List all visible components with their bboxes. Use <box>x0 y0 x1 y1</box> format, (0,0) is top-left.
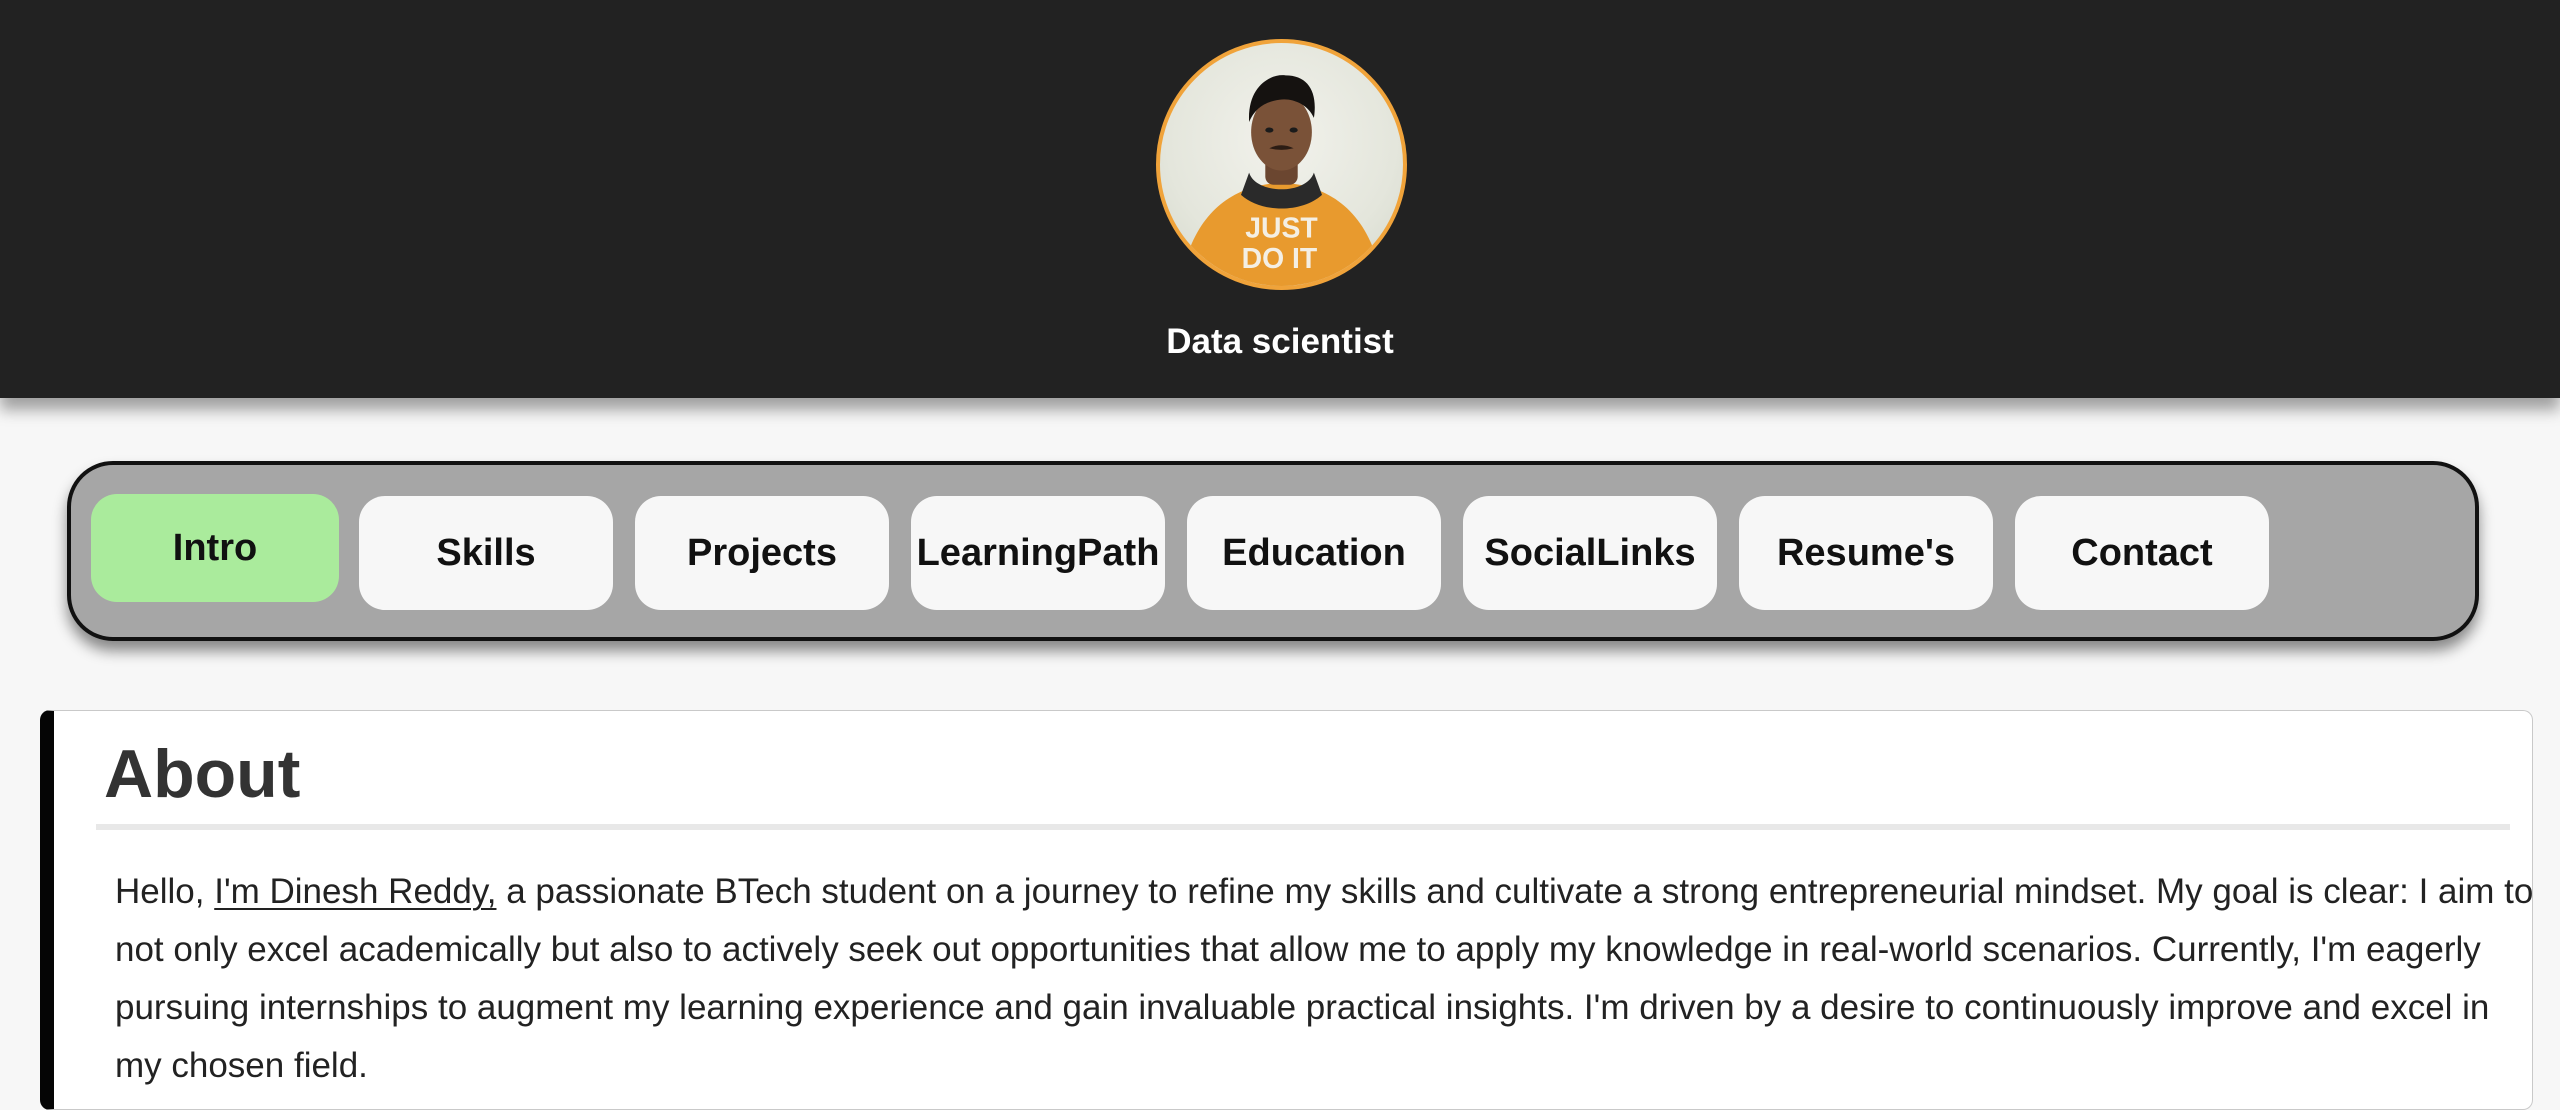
about-text-intro: Hello, <box>115 872 215 911</box>
about-divider <box>96 824 2510 830</box>
tab-skills[interactable]: Skills <box>359 496 613 610</box>
avatar-photo: JUST DO IT <box>1180 75 1383 286</box>
tab-resumes[interactable]: Resume's <box>1739 496 1993 610</box>
about-title: About <box>104 736 301 812</box>
profile-role: Data scientist <box>1166 322 1394 361</box>
tab-education[interactable]: Education <box>1187 496 1441 610</box>
section-nav: Intro Skills Projects LearningPath Educa… <box>67 461 2479 641</box>
svg-text:JUST: JUST <box>1245 212 1318 244</box>
about-section: About Hello, I'm Dinesh Reddy, a passion… <box>40 710 2533 1110</box>
svg-text:DO IT: DO IT <box>1242 243 1318 275</box>
about-name: I'm Dinesh Reddy, <box>214 872 497 911</box>
tab-intro[interactable]: Intro <box>91 494 339 602</box>
tab-sociallinks[interactable]: SocialLinks <box>1463 496 1717 610</box>
tab-contact[interactable]: Contact <box>2015 496 2269 610</box>
tab-learningpath[interactable]: LearningPath <box>911 496 1165 610</box>
tab-projects[interactable]: Projects <box>635 496 889 610</box>
avatar: JUST DO IT <box>1156 39 1407 290</box>
profile-header: JUST DO IT Data scientist <box>0 0 2560 398</box>
about-text: Hello, I'm Dinesh Reddy, a passionate BT… <box>115 863 2535 1095</box>
